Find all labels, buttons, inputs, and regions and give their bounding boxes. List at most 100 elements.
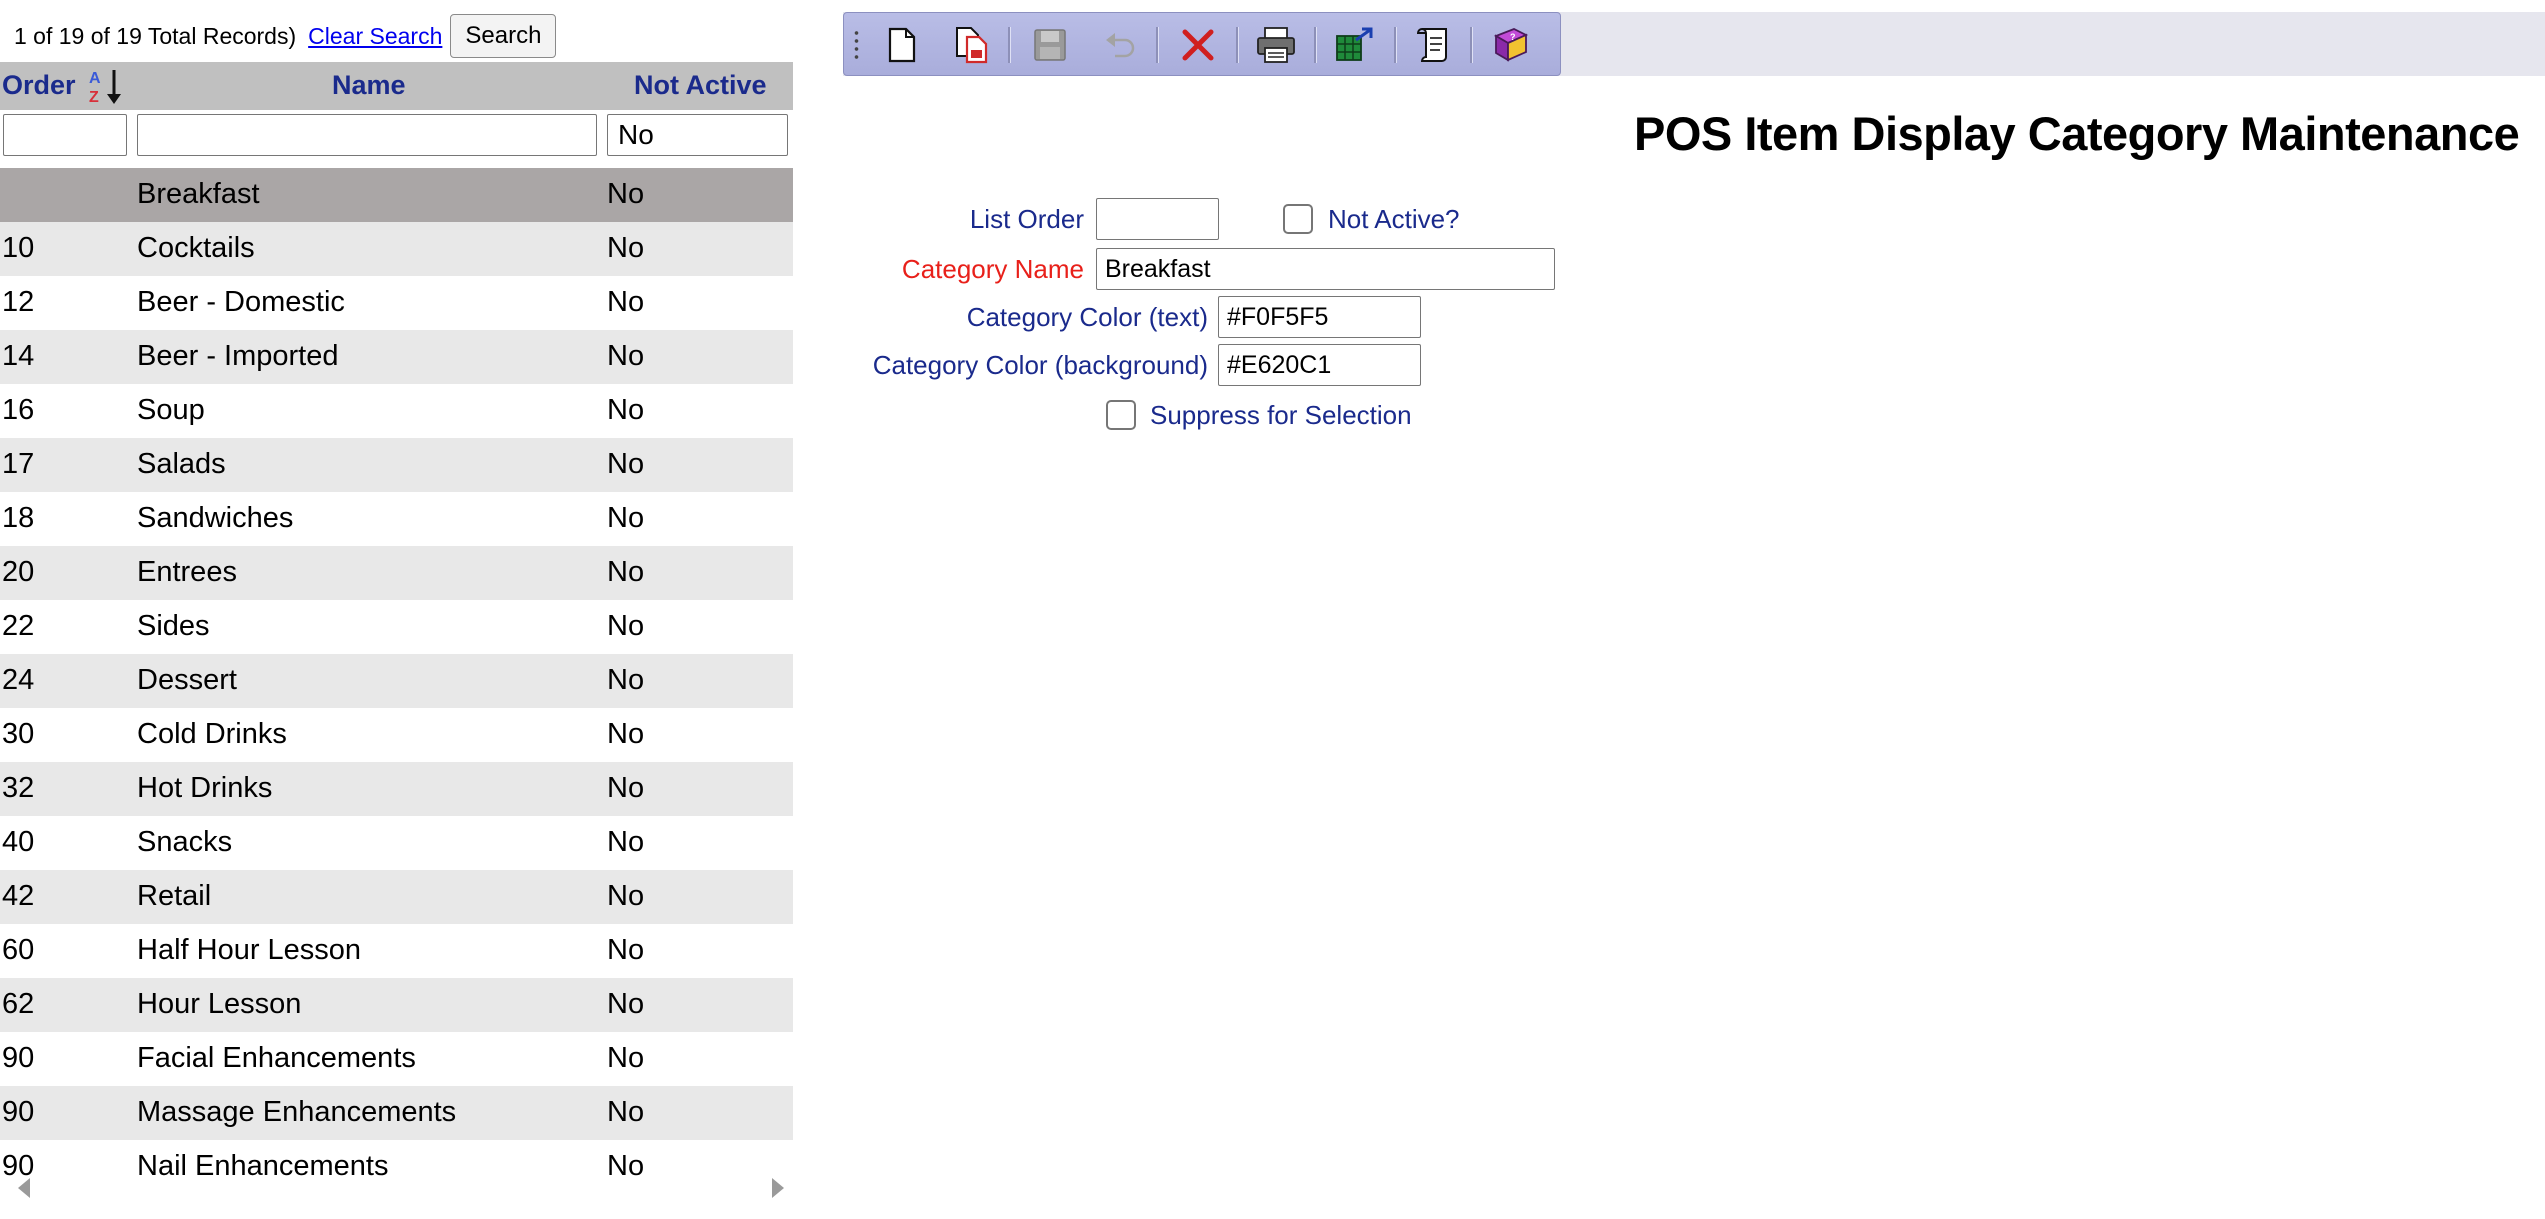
cell-order: 22: [2, 610, 35, 642]
table-row[interactable]: 12 Beer - Domestic No: [0, 276, 793, 330]
toolbar-separator: [1394, 27, 1397, 63]
category-color-background-input[interactable]: [1218, 344, 1421, 386]
cell-not-active: No: [607, 394, 645, 426]
table-row[interactable]: 42 Retail No: [0, 870, 793, 924]
toolbar-separator: [1236, 27, 1239, 63]
column-header-not-active[interactable]: Not Active: [634, 70, 767, 101]
cell-name: Sides: [137, 610, 210, 642]
column-header-order[interactable]: Order: [2, 70, 76, 101]
scroll-right-arrow-icon[interactable]: [772, 1178, 784, 1198]
cell-name: Breakfast: [137, 178, 260, 210]
table-row[interactable]: 10 Cocktails No: [0, 222, 793, 276]
cell-name: Hour Lesson: [137, 988, 302, 1020]
cell-name: Cold Drinks: [137, 718, 287, 750]
table-row[interactable]: 60 Half Hour Lesson No: [0, 924, 793, 978]
cell-order: 32: [2, 772, 35, 804]
cell-not-active: No: [607, 340, 645, 372]
toolbar-separator: [1314, 27, 1317, 63]
cell-name: Nail Enhancements: [137, 1150, 389, 1182]
scroll-left-arrow-icon[interactable]: [18, 1178, 30, 1198]
cell-name: Dessert: [137, 664, 237, 696]
cell-name: Beer - Domestic: [137, 286, 345, 318]
cell-name: Salads: [137, 448, 226, 480]
cell-name: Sandwiches: [137, 502, 294, 534]
table-row[interactable]: 30 Cold Drinks No: [0, 708, 793, 762]
toolbar-grip-icon[interactable]: [854, 29, 859, 63]
table-row[interactable]: 18 Sandwiches No: [0, 492, 793, 546]
toolbar: ?: [843, 12, 1561, 76]
print-icon[interactable]: [1256, 25, 1296, 65]
cell-name: Retail: [137, 880, 212, 912]
cell-not-active: No: [607, 556, 645, 588]
not-active-checkbox[interactable]: [1283, 204, 1313, 234]
cell-not-active: No: [607, 880, 645, 912]
cell-order: 62: [2, 988, 35, 1020]
table-row[interactable]: 90 Nail Enhancements No: [0, 1140, 793, 1194]
cell-not-active: No: [607, 286, 645, 318]
category-name-label: Category Name: [901, 254, 1084, 284]
new-document-icon[interactable]: [882, 25, 922, 65]
svg-text:Z: Z: [89, 89, 99, 106]
table-row[interactable]: 62 Hour Lesson No: [0, 978, 793, 1032]
table-row[interactable]: 17 Salads No: [0, 438, 793, 492]
table-row[interactable]: 90 Facial Enhancements No: [0, 1032, 793, 1086]
script-icon[interactable]: [1414, 25, 1454, 65]
table-row[interactable]: 32 Hot Drinks No: [0, 762, 793, 816]
record-list-pane: 1 of 19 of 19 Total Records) Clear Searc…: [0, 0, 800, 1219]
copy-document-icon[interactable]: [952, 25, 992, 65]
cell-name: Beer - Imported: [137, 340, 339, 372]
help-book-icon[interactable]: ?: [1490, 25, 1530, 65]
category-color-text-label: Category Color (text): [966, 302, 1208, 332]
cell-not-active: No: [607, 448, 645, 480]
delete-icon[interactable]: [1178, 25, 1218, 65]
cell-name: Massage Enhancements: [137, 1096, 457, 1128]
not-active-label: Not Active?: [1328, 204, 1460, 234]
save-icon[interactable]: [1030, 25, 1070, 65]
cell-name: Soup: [137, 394, 205, 426]
cell-name: Facial Enhancements: [137, 1042, 416, 1074]
clear-search-link[interactable]: Clear Search: [308, 23, 442, 50]
table-row[interactable]: Breakfast No: [0, 168, 793, 222]
table-row[interactable]: 90 Massage Enhancements No: [0, 1086, 793, 1140]
cell-not-active: No: [607, 934, 645, 966]
column-header-name[interactable]: Name: [332, 70, 406, 101]
grid-header: Order A Z Name Not Active: [0, 62, 793, 110]
filter-not-active-input[interactable]: [607, 114, 788, 156]
cell-name: Cocktails: [137, 232, 255, 264]
cell-name: Hot Drinks: [137, 772, 273, 804]
cell-not-active: No: [607, 718, 645, 750]
table-row[interactable]: 20 Entrees No: [0, 546, 793, 600]
search-button[interactable]: Search: [450, 14, 557, 58]
sort-ascending-icon[interactable]: A Z: [86, 66, 126, 106]
suppress-for-selection-checkbox[interactable]: [1106, 400, 1136, 430]
cell-order: 30: [2, 718, 35, 750]
table-row[interactable]: 22 Sides No: [0, 600, 793, 654]
export-icon[interactable]: [1334, 25, 1374, 65]
undo-icon[interactable]: [1100, 25, 1140, 65]
cell-order: 20: [2, 556, 35, 588]
category-color-text-input[interactable]: [1218, 296, 1421, 338]
toolbar-separator: [1156, 27, 1159, 63]
record-rows: Breakfast No 10 Cocktails No 12 Beer - Domesti…: [0, 168, 793, 1194]
cell-order: 16: [2, 394, 35, 426]
filter-order-input[interactable]: [3, 114, 127, 156]
list-order-input[interactable]: [1096, 198, 1219, 240]
filter-row: [0, 114, 793, 164]
cell-order: 14: [2, 340, 35, 372]
category-name-input[interactable]: [1096, 248, 1555, 290]
table-row[interactable]: 40 Snacks No: [0, 816, 793, 870]
cell-order: 18: [2, 502, 35, 534]
suppress-for-selection-label: Suppress for Selection: [1150, 400, 1412, 430]
cell-not-active: No: [607, 502, 645, 534]
table-row[interactable]: 16 Soup No: [0, 384, 793, 438]
cell-order: 12: [2, 286, 35, 318]
table-row[interactable]: 14 Beer - Imported No: [0, 330, 793, 384]
toolbar-separator: [1470, 27, 1473, 63]
cell-name: Snacks: [137, 826, 233, 858]
cell-not-active: No: [607, 664, 645, 696]
cell-order: 60: [2, 934, 35, 966]
table-row[interactable]: 24 Dessert No: [0, 654, 793, 708]
filter-name-input[interactable]: [137, 114, 597, 156]
svg-text:?: ?: [1510, 32, 1516, 42]
category-color-background-label: Category Color (background): [872, 350, 1208, 380]
